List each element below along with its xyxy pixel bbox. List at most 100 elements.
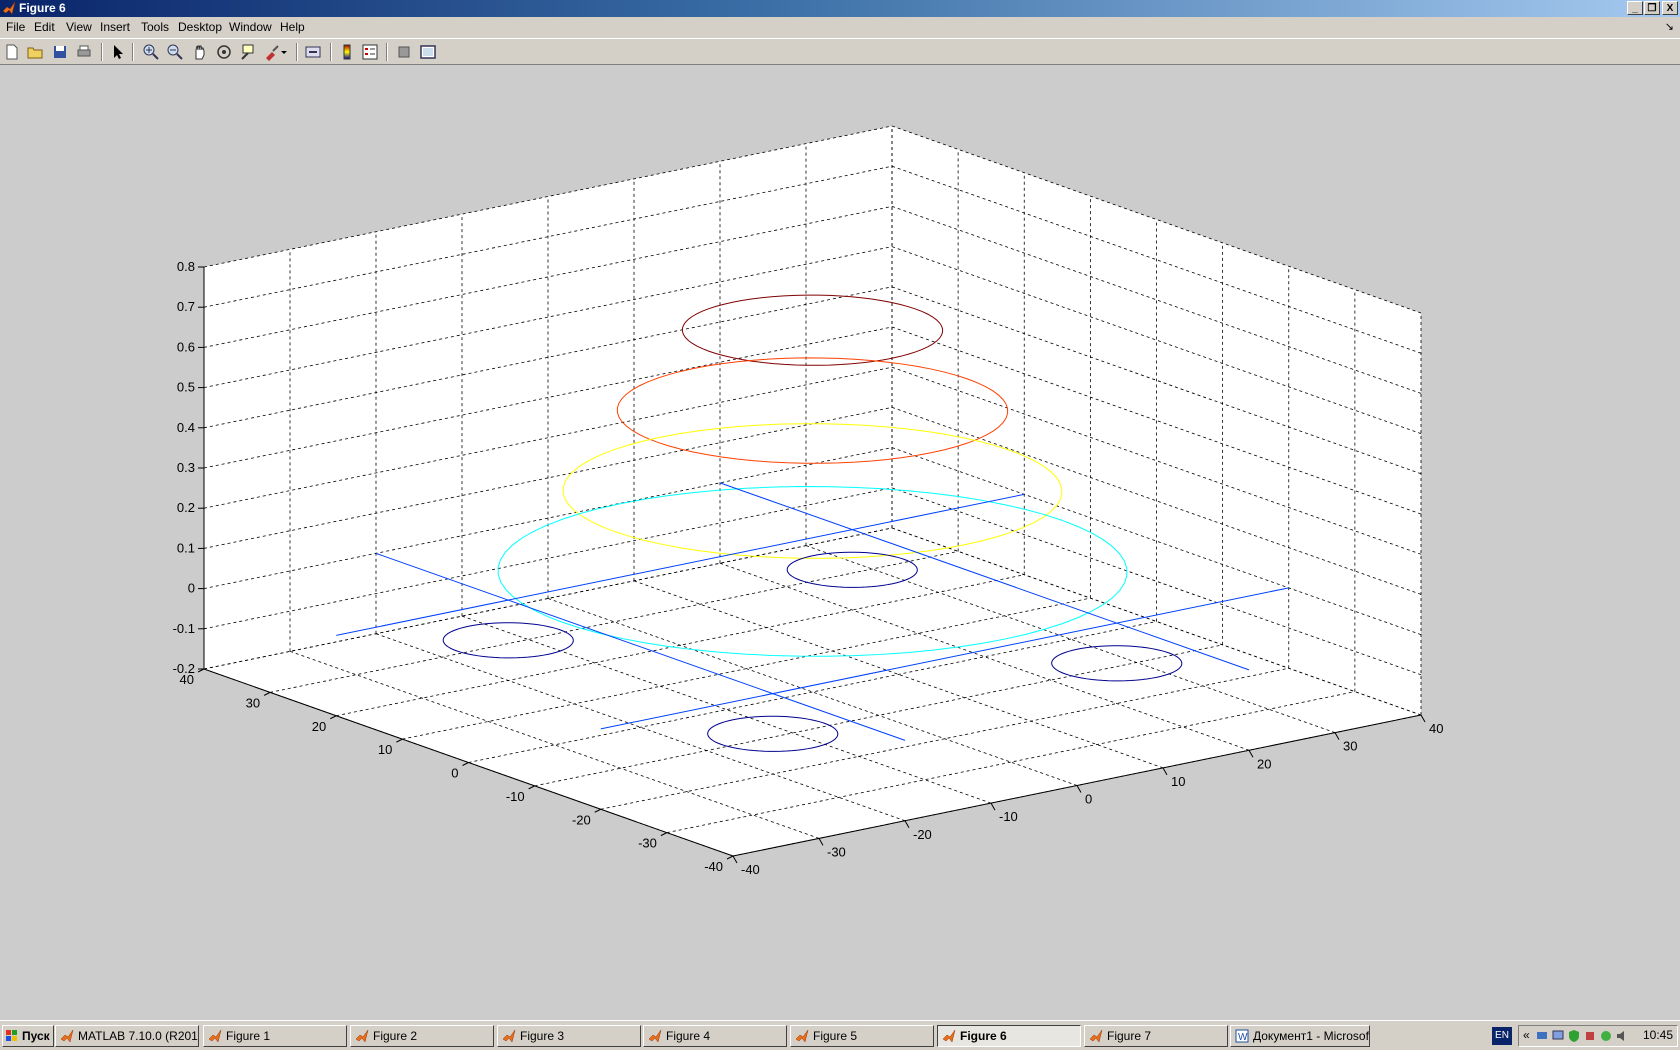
menu-view[interactable]: View: [66, 20, 92, 34]
link-plot-icon[interactable]: [303, 42, 323, 62]
device-tray-icon[interactable]: [1583, 1029, 1597, 1043]
svg-text:W: W: [1238, 1032, 1248, 1043]
edit-plot-arrow-icon[interactable]: [108, 42, 128, 62]
z-tick-label: -0.1: [173, 621, 195, 636]
show-plot-tools-icon[interactable]: [418, 42, 438, 62]
taskbar-task-4[interactable]: Figure 3: [497, 1025, 641, 1047]
new-figure-icon[interactable]: [2, 42, 22, 62]
antivirus-tray-icon[interactable]: [1599, 1029, 1613, 1043]
menu-desktop[interactable]: Desktop: [178, 20, 222, 34]
close-button[interactable]: X: [1662, 1, 1678, 15]
taskbar-clock: 10:45: [1642, 1028, 1673, 1042]
plot-3d-axes[interactable]: -40 -30 -20 -10 0 10 20 30 40 -40 -30 -20 -10 0 10 20 30…: [0, 65, 1680, 1020]
toolbar-separator: [101, 43, 103, 61]
menu-file[interactable]: File: [6, 20, 25, 34]
zoom-out-icon[interactable]: [165, 42, 185, 62]
x-tick-mark: [990, 802, 996, 811]
matlab-logo-icon: [355, 1029, 369, 1043]
taskbar-task-9[interactable]: W Документ1 - Microsoft ...: [1230, 1025, 1370, 1047]
taskbar-task-1[interactable]: MATLAB 7.10.0 (R2010a): [55, 1025, 199, 1047]
z-tick-label: -0.2: [173, 661, 195, 676]
windows-taskbar: Пуск MATLAB 7.10.0 (R2010a) Figure 1 Figur…: [0, 1020, 1680, 1050]
taskbar-task-label: Figure 6: [960, 1029, 1007, 1043]
matlab-logo-icon: [60, 1029, 74, 1043]
x-tick-label: 20: [1257, 756, 1271, 771]
minimize-button[interactable]: _: [1627, 1, 1643, 15]
y-tick-label: 10: [378, 742, 392, 757]
x-tick-label: -10: [999, 809, 1018, 824]
z-tick-label: 0: [188, 581, 195, 596]
menu-insert[interactable]: Insert: [100, 20, 130, 34]
security-tray-icon[interactable]: [1567, 1029, 1581, 1043]
matlab-logo-icon: [648, 1029, 662, 1043]
taskbar-task-label: Figure 2: [373, 1029, 418, 1043]
z-tick-label: 0.7: [177, 299, 195, 314]
x-tick-mark: [1420, 714, 1426, 723]
matlab-logo-icon: [502, 1029, 516, 1043]
x-tick-mark: [818, 838, 824, 846]
y-tick-label: 30: [246, 695, 260, 710]
taskbar-task-label: Документ1 - Microsoft ...: [1253, 1029, 1370, 1043]
x-tick-label: 40: [1429, 721, 1443, 736]
volume-tray-icon[interactable]: [1615, 1029, 1629, 1043]
zoom-in-icon[interactable]: [141, 42, 161, 62]
taskbar-task-7[interactable]: Figure 6: [937, 1025, 1081, 1047]
figure-canvas[interactable]: -40 -30 -20 -10 0 10 20 30 40 -40 -30 -20 -10 0 10 20 30…: [0, 65, 1680, 1020]
z-tick-label: 0.5: [177, 380, 195, 395]
y-tick-label: 0: [451, 766, 458, 781]
z-tick-label: 0.8: [177, 259, 195, 274]
insert-colorbar-icon[interactable]: [337, 42, 357, 62]
menu-help[interactable]: Help: [280, 20, 305, 34]
taskbar-task-8[interactable]: Figure 7: [1084, 1025, 1228, 1047]
menu-tools[interactable]: Tools: [141, 20, 169, 34]
y-tick-mark: [528, 785, 535, 790]
z-tick-label: 0.4: [177, 420, 195, 435]
z-tick-label: 0.3: [177, 460, 195, 475]
taskbar-task-label: Figure 5: [813, 1029, 858, 1043]
word-document-icon: W: [1235, 1029, 1249, 1043]
matlab-logo-icon: [942, 1029, 956, 1043]
save-figure-icon[interactable]: [50, 42, 70, 62]
brush-dropdown-icon[interactable]: [279, 42, 289, 62]
menu-window[interactable]: Window: [229, 20, 272, 34]
taskbar-task-label: Figure 4: [666, 1029, 711, 1043]
display-tray-icon[interactable]: [1551, 1029, 1565, 1043]
y-tick-mark: [462, 762, 469, 766]
taskbar-task-6[interactable]: Figure 5: [790, 1025, 934, 1047]
data-cursor-icon[interactable]: [238, 42, 258, 62]
x-tick-label: 10: [1171, 774, 1185, 789]
insert-legend-icon[interactable]: [360, 42, 380, 62]
toolbar-separator: [330, 43, 332, 61]
hide-plot-tools-icon[interactable]: [394, 42, 414, 62]
print-figure-icon[interactable]: [74, 42, 94, 62]
taskbar-task-3[interactable]: Figure 2: [350, 1025, 494, 1047]
y-tick-mark: [660, 832, 668, 837]
menu-edit[interactable]: Edit: [34, 20, 55, 34]
taskbar-task-label: Figure 7: [1107, 1029, 1152, 1043]
network-tray-icon[interactable]: [1535, 1029, 1549, 1043]
taskbar-task-label: Figure 3: [520, 1029, 565, 1043]
menu-bar: File Edit View Insert Tools Desktop Wind…: [0, 17, 1680, 38]
dock-arrow-icon[interactable]: ↘: [1665, 20, 1674, 33]
x-tick-label: 30: [1343, 739, 1357, 754]
pan-hand-icon[interactable]: [190, 42, 210, 62]
y-tick-label: -20: [572, 812, 591, 827]
rotate-3d-icon[interactable]: [214, 42, 234, 62]
language-indicator[interactable]: EN: [1492, 1027, 1512, 1045]
open-file-icon[interactable]: [25, 42, 45, 62]
matlab-logo-icon: [2, 1, 16, 15]
y-tick-label: 20: [312, 719, 326, 734]
start-button[interactable]: Пуск: [2, 1025, 54, 1047]
taskbar-task-5[interactable]: Figure 4: [643, 1025, 787, 1047]
x-tick-mark: [1162, 767, 1168, 776]
z-tick-label: 0.1: [177, 540, 195, 555]
restore-button[interactable]: ❐: [1644, 1, 1660, 15]
x-tick-label: -20: [913, 827, 932, 842]
taskbar-task-label: Figure 1: [226, 1029, 271, 1043]
tray-expand-icon[interactable]: «: [1523, 1028, 1530, 1042]
window-title: Figure 6: [19, 1, 66, 15]
window-title-bar[interactable]: Figure 6 _ ❐ X: [0, 0, 1680, 17]
x-tick-mark: [1248, 750, 1254, 758]
taskbar-task-2[interactable]: Figure 1: [203, 1025, 347, 1047]
z-tick-label: 0.2: [177, 500, 195, 515]
